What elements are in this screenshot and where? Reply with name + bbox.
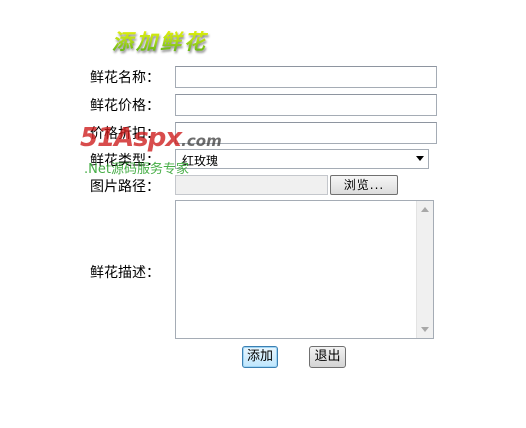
quit-button[interactable]: 退出 [309, 346, 346, 368]
watermark-logo: 51Aspx.com [80, 123, 222, 153]
image-path-label: 图片路径： [90, 179, 160, 195]
browse-button[interactable]: 浏览... [330, 175, 398, 195]
chevron-down-icon [416, 156, 424, 161]
watermark-slogan: .Net源码服务专家 [84, 162, 189, 177]
scroll-down-arrow-icon[interactable] [421, 327, 429, 332]
description-scrollbar[interactable] [416, 201, 433, 338]
add-button[interactable]: 添加 [242, 346, 278, 368]
page-title: 添加鲜花 [112, 26, 208, 56]
scroll-up-arrow-icon[interactable] [421, 207, 429, 212]
flower-name-label: 鲜花名称： [90, 70, 160, 86]
flower-price-input[interactable] [175, 94, 437, 116]
watermark-domain: .com [181, 132, 222, 150]
flower-name-input[interactable] [175, 66, 437, 88]
flower-description-label: 鲜花描述： [90, 265, 160, 281]
flower-price-label: 鲜花价格： [90, 98, 160, 114]
image-path-input[interactable] [175, 175, 328, 195]
watermark-brand: 51Aspx [80, 123, 182, 153]
flower-description-textarea[interactable] [175, 200, 434, 339]
